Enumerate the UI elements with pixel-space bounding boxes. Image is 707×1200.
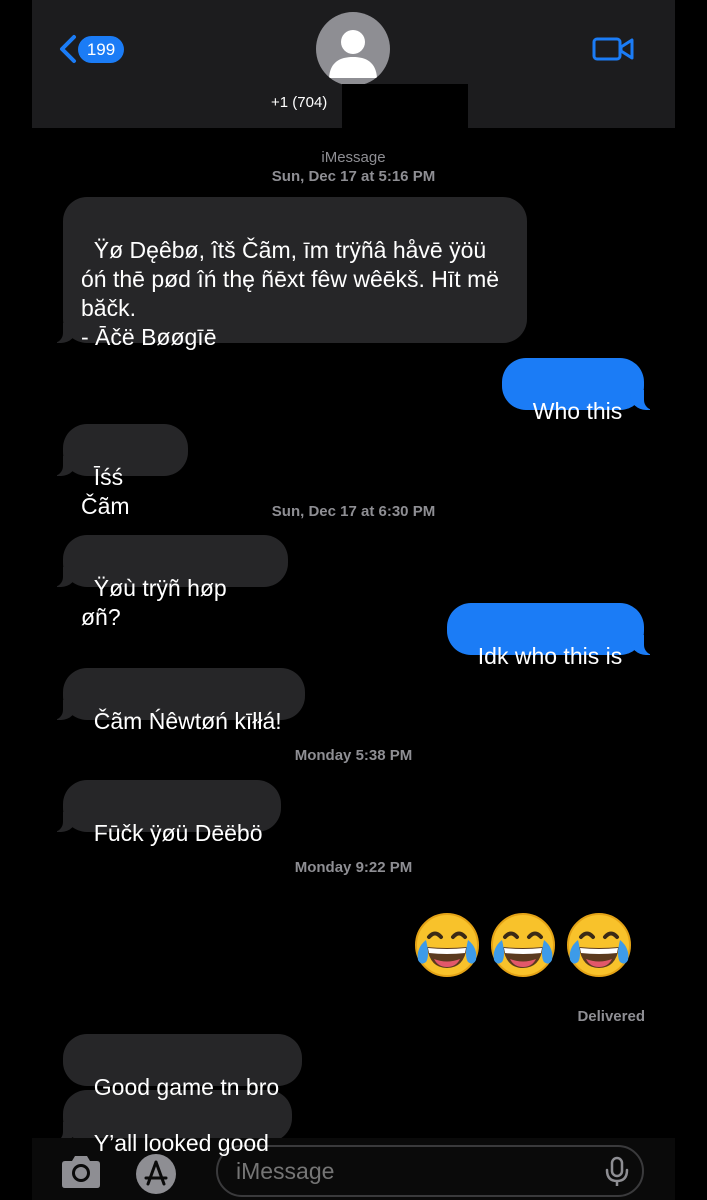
face-with-tears-of-joy-emoji — [491, 913, 555, 977]
message-bubble-outgoing[interactable]: Idk who this is — [447, 603, 654, 669]
unread-count-badge[interactable]: 199 — [78, 36, 124, 63]
camera-icon[interactable] — [58, 1152, 104, 1192]
message-bubble-incoming[interactable]: Good game tn bro — [63, 1034, 302, 1100]
emoji-message[interactable] — [412, 910, 634, 980]
message-bubble-outgoing[interactable]: Who this — [502, 358, 654, 424]
timestamp: Monday 9:22 PM — [294, 859, 413, 876]
message-bubble-incoming[interactable]: Fūčk ÿøü Dēëbö — [53, 780, 281, 846]
message-bubble-incoming[interactable]: Ÿøù trÿñ høp øñ? — [53, 535, 288, 630]
message-text: Good game tn bro — [93, 1074, 280, 1100]
timestamp: Sun, Dec 17 at 5:16 PM — [271, 168, 436, 185]
message-bubble-incoming[interactable]: Īśś Čãm — [53, 424, 188, 519]
face-with-tears-of-joy-emoji — [415, 913, 479, 977]
contact-name[interactable]: +1 (704) — [271, 94, 327, 111]
video-camera-icon[interactable] — [592, 34, 634, 64]
redaction-bar — [342, 84, 468, 128]
chevron-left-icon[interactable] — [56, 34, 80, 64]
face-with-tears-of-joy-emoji — [567, 913, 631, 977]
person-icon — [329, 30, 377, 78]
app-store-icon[interactable] — [134, 1152, 178, 1196]
contact-avatar[interactable] — [316, 12, 390, 86]
message-bubble-incoming[interactable]: Ÿø Dęêbø, îtš Čãm, īm trÿñâ håvē ÿöü óń … — [53, 197, 527, 350]
timestamp: Monday 5:38 PM — [294, 747, 413, 764]
service-label: iMessage — [321, 149, 386, 166]
delivery-status: Delivered — [577, 1008, 645, 1025]
microphone-icon[interactable] — [604, 1156, 630, 1188]
message-text: Čãm Ńêwtøń kīłłá! — [93, 708, 282, 734]
message-input[interactable] — [216, 1145, 644, 1197]
message-bubble-incoming[interactable]: Čãm Ńêwtøń kīłłá! — [53, 668, 305, 734]
message-text: Who this — [532, 398, 623, 424]
message-text: Y’all looked good — [93, 1130, 269, 1156]
message-text: Ÿø Dęêbø, îtš Čãm, īm trÿñâ håvē ÿöü óń … — [81, 237, 500, 350]
message-text: Idk who this is — [477, 643, 623, 669]
message-text: Fūčk ÿøü Dēëbö — [93, 820, 263, 846]
